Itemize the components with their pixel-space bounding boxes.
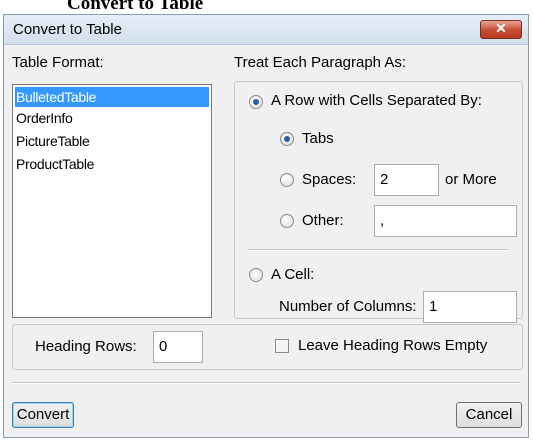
- spaces-label[interactable]: Spaces:: [302, 171, 356, 188]
- leave-empty-label[interactable]: Leave Heading Rows Empty: [298, 337, 487, 354]
- title-bar[interactable]: Convert to Table ✕: [4, 15, 528, 45]
- other-separator-input[interactable]: ,: [374, 205, 517, 237]
- columns-label: Number of Columns:: [279, 298, 417, 315]
- tabs-label[interactable]: Tabs: [302, 130, 334, 147]
- list-item[interactable]: PictureTable: [15, 131, 209, 151]
- leave-empty-checkbox[interactable]: [275, 339, 289, 353]
- row-option-radio[interactable]: [249, 95, 263, 109]
- list-item[interactable]: ProductTable: [15, 154, 209, 174]
- paragraph-options-label: Treat Each Paragraph As:: [234, 54, 407, 71]
- heading-options-group: Heading Rows: 0 Leave Heading Rows Empty: [12, 324, 523, 370]
- other-radio[interactable]: [280, 214, 294, 228]
- cancel-button[interactable]: Cancel: [456, 402, 522, 428]
- paragraph-options-group: A Row with Cells Separated By: Tabs Spac…: [234, 81, 523, 323]
- footer-divider: [12, 382, 521, 384]
- dialog-title: Convert to Table: [13, 21, 122, 38]
- table-format-label: Table Format:: [12, 54, 104, 71]
- table-format-list[interactable]: BulletedTable OrderInfo PictureTable Pro…: [12, 84, 212, 318]
- heading-rows-input[interactable]: 0: [153, 331, 203, 363]
- group-divider: [248, 249, 508, 251]
- list-item[interactable]: OrderInfo: [15, 108, 209, 128]
- spaces-suffix-label: or More: [445, 171, 497, 188]
- cell-option-label[interactable]: A Cell:: [271, 266, 314, 283]
- background-heading: Convert to Table: [67, 0, 204, 14]
- cell-option-radio[interactable]: [249, 268, 263, 282]
- other-label[interactable]: Other:: [302, 212, 344, 229]
- close-button[interactable]: ✕: [480, 20, 522, 39]
- row-option-label[interactable]: A Row with Cells Separated By:: [271, 92, 482, 109]
- spaces-radio[interactable]: [280, 173, 294, 187]
- heading-rows-label: Heading Rows:: [35, 338, 137, 355]
- close-icon: ✕: [495, 20, 507, 36]
- columns-input[interactable]: 1: [423, 291, 517, 323]
- convert-button[interactable]: Convert: [12, 402, 74, 428]
- list-item[interactable]: BulletedTable: [15, 87, 209, 107]
- tabs-radio[interactable]: [280, 132, 294, 146]
- spaces-count-input[interactable]: 2: [374, 164, 439, 196]
- convert-to-table-dialog: Convert to Table ✕ Table Format: Bullete…: [3, 14, 529, 438]
